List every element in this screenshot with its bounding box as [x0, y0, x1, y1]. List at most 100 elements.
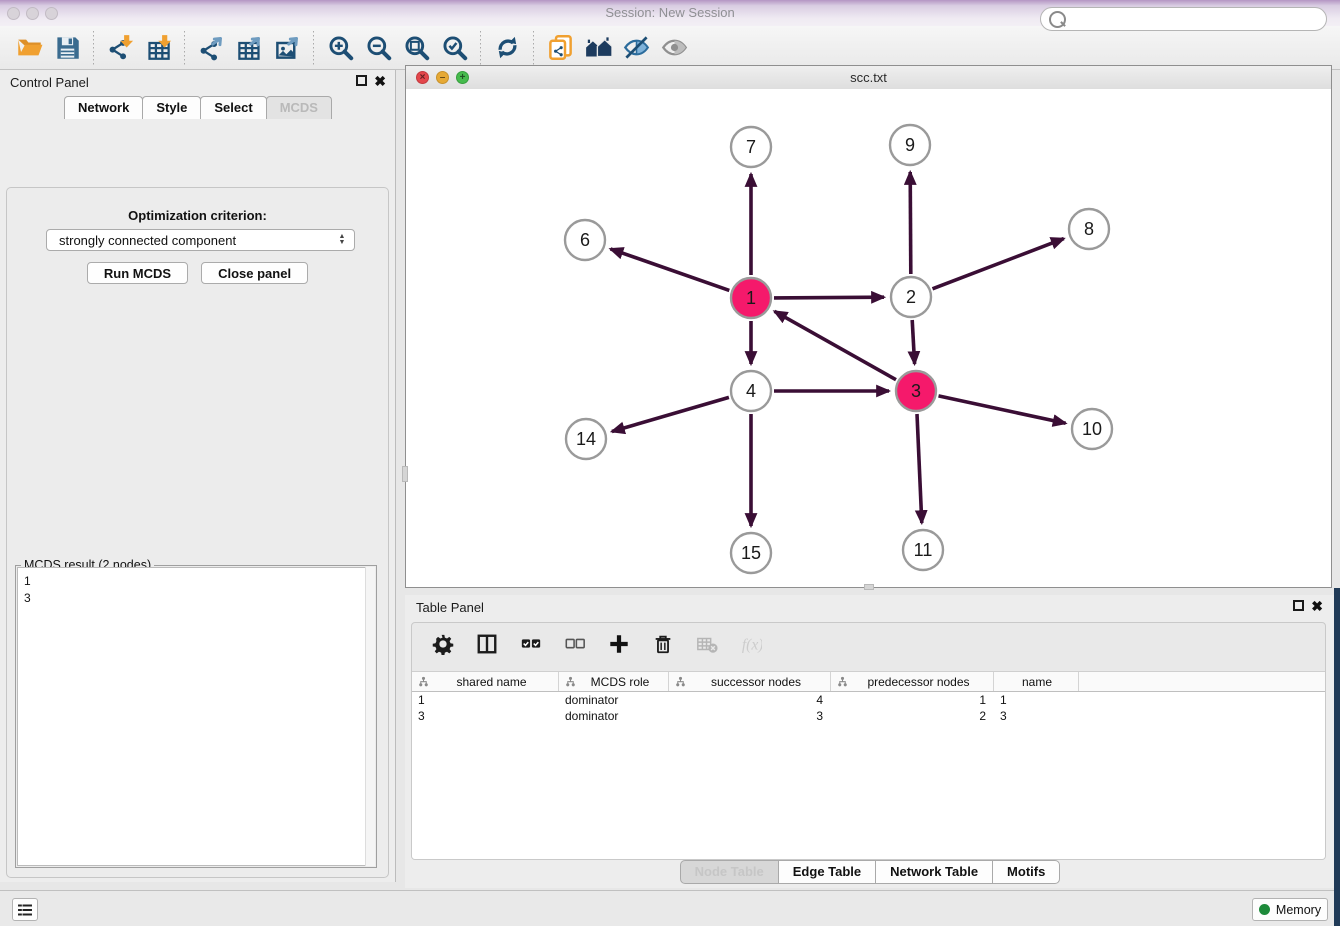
deselect-all-icon[interactable] — [558, 628, 592, 660]
select-all-icon[interactable] — [514, 628, 548, 660]
table-panel-close-button[interactable]: ✖ — [1311, 600, 1323, 613]
graph-edge-3-10[interactable] — [939, 396, 1066, 423]
table-panel-float-button[interactable] — [1293, 600, 1304, 611]
cell[interactable]: dominator — [559, 692, 669, 708]
graph-node-7[interactable]: 7 — [731, 127, 771, 167]
first-neighbors-icon[interactable] — [581, 32, 615, 64]
add-column-icon[interactable] — [602, 628, 636, 660]
list-icon — [16, 901, 34, 919]
graph-node-10[interactable]: 10 — [1072, 409, 1112, 449]
graph-node-14[interactable]: 14 — [566, 419, 606, 459]
graph-node-8[interactable]: 8 — [1069, 209, 1109, 249]
cell[interactable]: 1 — [994, 692, 1079, 708]
gear-icon[interactable] — [426, 628, 460, 660]
splitter-grip-bottom[interactable] — [864, 584, 874, 590]
mcds-result-text[interactable]: 13 — [17, 567, 375, 866]
tab-network-table[interactable]: Network Table — [875, 860, 993, 884]
import-network-icon[interactable] — [103, 32, 137, 64]
graph-node-2[interactable]: 2 — [891, 277, 931, 317]
graph-node-1[interactable]: 1 — [731, 278, 771, 318]
mcds-result-scrollbar[interactable] — [365, 567, 375, 866]
delete-table-icon[interactable] — [690, 628, 724, 660]
search-box[interactable] — [1040, 7, 1327, 31]
graph-node-3[interactable]: 3 — [896, 371, 936, 411]
zoom-fit-icon[interactable] — [399, 32, 433, 64]
close-panel-button[interactable]: Close panel — [201, 262, 308, 284]
zoom-in-icon[interactable] — [323, 32, 357, 64]
column-type-icon — [675, 676, 686, 687]
hide-selected-icon[interactable] — [619, 32, 653, 64]
list-menu-button[interactable] — [12, 898, 38, 921]
graph-edge-2-8[interactable] — [933, 239, 1064, 289]
control-panel-tabs: NetworkStyleSelectMCDS — [0, 96, 395, 119]
toolbar-separator — [480, 31, 481, 65]
graph-edge-2-9[interactable] — [910, 172, 911, 274]
open-session-icon[interactable] — [12, 32, 46, 64]
memory-status-icon — [1259, 904, 1270, 915]
graph-edge-3-1[interactable] — [775, 311, 897, 379]
control-panel-float-button[interactable] — [356, 75, 367, 86]
graph-node-6[interactable]: 6 — [565, 220, 605, 260]
column-header-MCDS-role[interactable]: MCDS role — [559, 672, 669, 691]
export-network-icon[interactable] — [194, 32, 228, 64]
zoom-selected-icon[interactable] — [437, 32, 471, 64]
tab-network[interactable]: Network — [64, 96, 143, 119]
control-panel-title: Control Panel — [10, 75, 89, 90]
column-header-name[interactable]: name — [994, 672, 1079, 691]
graph-node-4[interactable]: 4 — [731, 371, 771, 411]
tab-node-table[interactable]: Node Table — [680, 860, 779, 884]
delete-column-icon[interactable] — [646, 628, 680, 660]
cell[interactable]: 4 — [669, 692, 831, 708]
toolbar-separator — [313, 31, 314, 65]
export-image-icon[interactable] — [270, 32, 304, 64]
column-header-predecessor-nodes[interactable]: predecessor nodes — [831, 672, 994, 691]
column-header-shared-name[interactable]: shared name — [412, 672, 559, 691]
column-type-icon — [837, 676, 848, 687]
graph-edge-2-3[interactable] — [912, 320, 914, 364]
svg-text:15: 15 — [741, 543, 761, 563]
svg-text:2: 2 — [906, 287, 916, 307]
cell[interactable]: 2 — [831, 708, 994, 724]
mcds-result-line: 3 — [24, 590, 374, 607]
tab-style[interactable]: Style — [142, 96, 201, 119]
save-session-icon[interactable] — [50, 32, 84, 64]
graph-node-11[interactable]: 11 — [903, 530, 943, 570]
graph-edge-3-11[interactable] — [917, 414, 922, 523]
zoom-out-icon[interactable] — [361, 32, 395, 64]
tab-edge-table[interactable]: Edge Table — [778, 860, 876, 884]
svg-text:11: 11 — [914, 540, 933, 560]
cell[interactable]: dominator — [559, 708, 669, 724]
search-input[interactable] — [1070, 9, 1326, 29]
cell[interactable]: 3 — [994, 708, 1079, 724]
control-panel-close-button[interactable]: ✖ — [374, 75, 386, 88]
show-all-icon[interactable] — [657, 32, 691, 64]
refresh-icon[interactable] — [490, 32, 524, 64]
cell[interactable]: 1 — [831, 692, 994, 708]
export-table-icon[interactable] — [232, 32, 266, 64]
optimization-criterion-select[interactable]: strongly connected component ▲▼ — [46, 229, 355, 251]
graph-edge-1-2[interactable] — [774, 297, 884, 298]
function-builder-icon[interactable]: f(x) — [734, 628, 768, 660]
import-table-icon[interactable] — [141, 32, 175, 64]
clone-network-icon[interactable] — [543, 32, 577, 64]
chevron-updown-icon: ▲▼ — [335, 231, 349, 249]
graph-node-15[interactable]: 15 — [731, 533, 771, 573]
run-mcds-button[interactable]: Run MCDS — [87, 262, 188, 284]
network-view-titlebar[interactable]: × – + scc.txt — [406, 66, 1331, 90]
tab-mcds[interactable]: MCDS — [266, 96, 332, 119]
graph-node-9[interactable]: 9 — [890, 125, 930, 165]
memory-button[interactable]: Memory — [1252, 898, 1328, 921]
cell[interactable]: 1 — [412, 692, 559, 708]
column-browser-icon[interactable] — [470, 628, 504, 660]
tab-motifs[interactable]: Motifs — [992, 860, 1060, 884]
graph-edge-1-6[interactable] — [611, 249, 730, 291]
cell[interactable]: 3 — [412, 708, 559, 724]
table-row[interactable]: 3dominator323 — [412, 708, 1325, 724]
table-row[interactable]: 1dominator411 — [412, 692, 1325, 708]
network-canvas[interactable]: 7 9 6 8 1 2 4 3 14 10 15 11 — [406, 89, 1331, 587]
tab-select[interactable]: Select — [200, 96, 266, 119]
splitter-grip-left[interactable] — [402, 466, 408, 482]
cell[interactable]: 3 — [669, 708, 831, 724]
graph-edge-4-14[interactable] — [612, 397, 729, 431]
column-header-successor-nodes[interactable]: successor nodes — [669, 672, 831, 691]
